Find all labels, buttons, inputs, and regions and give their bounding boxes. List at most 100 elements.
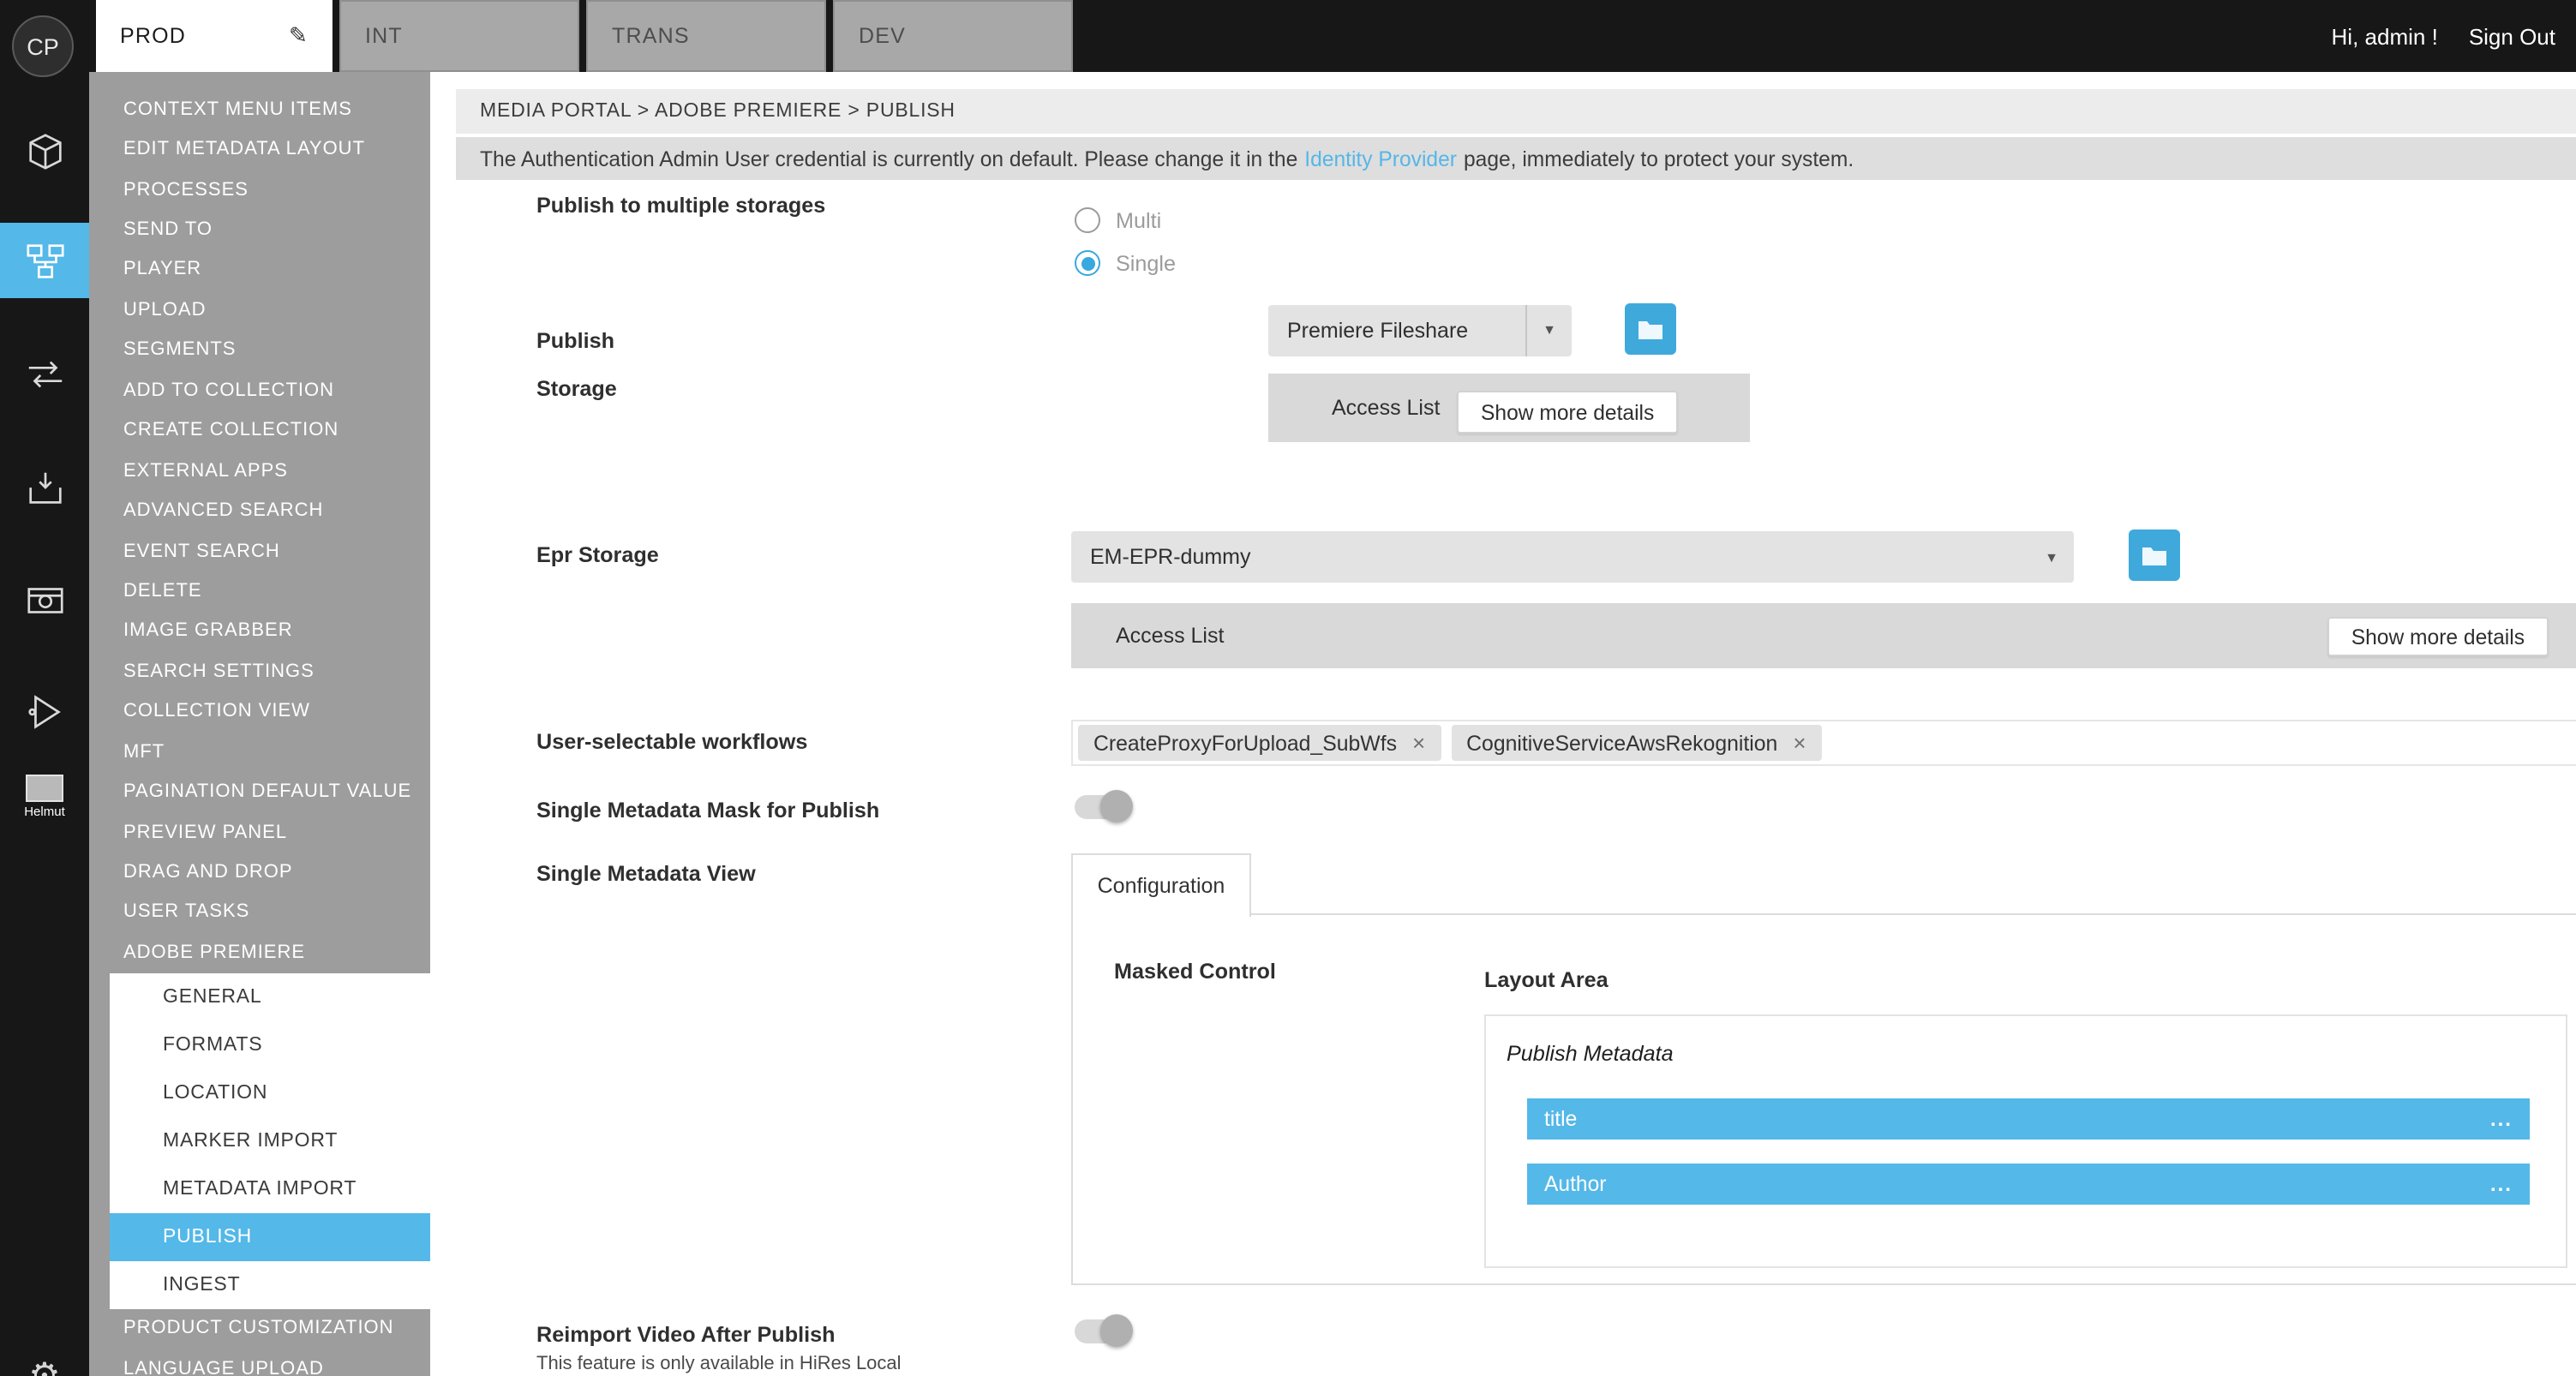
metadata-field-title[interactable]: title ... [1527, 1098, 2530, 1140]
layout-area-label: Layout Area [1484, 968, 1609, 992]
remove-tag-icon[interactable]: × [1793, 730, 1806, 756]
edit-pencil-icon[interactable]: ✎ [289, 22, 309, 50]
submenu-item-formats[interactable]: FORMATS [110, 1020, 430, 1068]
tab-prod[interactable]: PROD ✎ [96, 0, 332, 72]
icon-rail: CP Helmut ⚙ [0, 0, 89, 1376]
media-icon[interactable] [0, 562, 89, 637]
submenu-item-general[interactable]: GENERAL [110, 972, 430, 1020]
sidebar-item-product-customization[interactable]: PRODUCT CUSTOMIZATION [89, 1308, 430, 1349]
sidebar-item-pagination-default-value[interactable]: PAGINATION DEFAULT VALUE [89, 772, 430, 812]
submenu-item-ingest[interactable]: INGEST [110, 1260, 430, 1308]
transfer-icon[interactable] [0, 336, 89, 411]
package-icon[interactable] [0, 113, 89, 188]
sidebar-item-context-menu-items[interactable]: CONTEXT MENU ITEMS [89, 89, 430, 129]
sidebar-item-add-to-collection[interactable]: ADD TO COLLECTION [89, 370, 430, 410]
environment-tabs: PROD ✎ INT TRANS DEV [96, 0, 1073, 72]
sidebar-item-collection-view[interactable]: COLLECTION VIEW [89, 691, 430, 732]
tab-int[interactable]: INT [339, 0, 579, 72]
submenu-item-publish[interactable]: PUBLISH [110, 1212, 430, 1260]
sidebar-item-mft[interactable]: MFT [89, 732, 430, 772]
sidebar-item-segments[interactable]: SEGMENTS [89, 330, 430, 370]
submenu-item-marker-import[interactable]: MARKER IMPORT [110, 1116, 430, 1164]
publish-storage-label: Publish Storage [536, 317, 674, 413]
toggle-knob [1100, 1314, 1133, 1347]
single-mask-toggle[interactable] [1075, 795, 1129, 819]
tab-dev-label: DEV [859, 24, 906, 48]
sidebar-item-external-apps[interactable]: EXTERNAL APPS [89, 451, 430, 491]
app-window: PROD ✎ INT TRANS DEV Hi, admin ! Sign Ou… [0, 0, 2576, 1376]
sidebar-item-processes[interactable]: PROCESSES [89, 170, 430, 210]
settings-gear-icon[interactable]: ⚙ [28, 1355, 61, 1376]
sidebar-item-image-grabber[interactable]: IMAGE GRABBER [89, 611, 430, 651]
sidebar-item-player[interactable]: PLAYER [89, 250, 430, 290]
top-right-area: Hi, admin ! Sign Out [2332, 0, 2555, 72]
field-options-icon[interactable]: ... [2490, 1172, 2513, 1196]
epr-storage-show-more-button[interactable]: Show more details [2327, 617, 2549, 656]
tab-dev[interactable]: DEV [833, 0, 1073, 72]
workflow-tag[interactable]: CreateProxyForUpload_SubWfs × [1078, 725, 1441, 761]
collection-icon[interactable] [0, 451, 89, 526]
radio-single-label: Single [1116, 251, 1176, 275]
publish-storage-select[interactable]: Premiere Fileshare ▼ [1268, 305, 1572, 356]
metadata-field-author[interactable]: Author ... [1527, 1164, 2530, 1205]
epr-storage-access-list-label: Access List [1116, 624, 1224, 648]
single-view-label: Single Metadata View [536, 862, 756, 886]
sidebar-item-delete[interactable]: DELETE [89, 571, 430, 612]
sidebar-item-drag-and-drop[interactable]: DRAG AND DROP [89, 853, 430, 893]
publish-multiple-storages-label: Publish to multiple storages [536, 194, 825, 218]
sidebar-item-advanced-search[interactable]: ADVANCED SEARCH [89, 491, 430, 531]
submenu-item-location[interactable]: LOCATION [110, 1068, 430, 1116]
chevron-down-icon: ▼ [1525, 305, 1572, 356]
toggle-knob [1100, 790, 1133, 823]
remove-tag-icon[interactable]: × [1412, 730, 1425, 756]
helmut-avatar[interactable]: Helmut [0, 775, 89, 819]
reimport-note: This feature is only available in HiRes … [536, 1352, 948, 1376]
epr-storage-access-panel: Access List Show more details [1071, 603, 2576, 668]
sidebar-item-adobe-premiere[interactable]: ADOBE PREMIERE [89, 932, 430, 972]
tab-configuration[interactable]: Configuration [1071, 853, 1251, 917]
sidebar-item-user-tasks[interactable]: USER TASKS [89, 893, 430, 933]
sidebar-item-preview-panel[interactable]: PREVIEW PANEL [89, 812, 430, 853]
sidebar-item-upload[interactable]: UPLOAD [89, 290, 430, 330]
identity-provider-link[interactable]: Identity Provider [1304, 147, 1457, 171]
metadata-field-label: Author [1544, 1172, 1606, 1196]
folder-icon [2141, 544, 2168, 566]
submenu-item-metadata-import[interactable]: METADATA IMPORT [110, 1164, 430, 1212]
radio-single-circle[interactable] [1075, 250, 1100, 276]
radio-single[interactable]: Single [1075, 250, 1176, 276]
publish-storage-folder-button[interactable] [1625, 303, 1676, 355]
screen: PROD ✎ INT TRANS DEV Hi, admin ! Sign Ou… [0, 0, 2576, 1376]
tab-prod-label: PROD [120, 24, 186, 48]
publish-storage-show-more-button[interactable]: Show more details [1457, 391, 1678, 434]
sidebar-item-create-collection[interactable]: CREATE COLLECTION [89, 410, 430, 451]
sidebar: CONTEXT MENU ITEMS EDIT METADATA LAYOUT … [89, 72, 430, 1376]
tab-trans[interactable]: TRANS [586, 0, 826, 72]
workflows-icon[interactable] [0, 223, 89, 298]
sign-out-link[interactable]: Sign Out [2469, 23, 2555, 49]
workflows-tag-row[interactable]: CreateProxyForUpload_SubWfs × CognitiveS… [1071, 720, 2576, 766]
sidebar-item-event-search[interactable]: EVENT SEARCH [89, 531, 430, 571]
epr-storage-folder-button[interactable] [2129, 529, 2180, 581]
field-options-icon[interactable]: ... [2490, 1107, 2513, 1131]
sidebar-item-search-settings[interactable]: SEARCH SETTINGS [89, 651, 430, 691]
epr-storage-value: EM-EPR-dummy [1071, 545, 2029, 569]
top-bar: PROD ✎ INT TRANS DEV Hi, admin ! Sign Ou… [0, 0, 2576, 72]
folder-icon [1637, 318, 1664, 340]
radio-multi-circle[interactable] [1075, 207, 1100, 233]
sidebar-item-send-to[interactable]: SEND TO [89, 210, 430, 250]
sidebar-item-language-upload[interactable]: LANGUAGE UPLOAD [89, 1349, 430, 1376]
warning-text-after: page, immediately to protect your system… [1464, 147, 1854, 171]
single-mask-label: Single Metadata Mask for Publish [536, 799, 879, 823]
sidebar-item-edit-metadata-layout[interactable]: EDIT METADATA LAYOUT [89, 129, 430, 170]
greeting-text: Hi, admin ! [2332, 23, 2438, 49]
workflow-tag-label: CognitiveServiceAwsRekognition [1466, 731, 1777, 755]
user-avatar[interactable]: CP [12, 15, 74, 77]
epr-storage-select[interactable]: EM-EPR-dummy ▼ [1071, 531, 2074, 583]
reimport-label: Reimport Video After Publish [536, 1323, 835, 1347]
reimport-toggle[interactable] [1075, 1319, 1129, 1343]
player-icon[interactable] [0, 673, 89, 749]
adobe-premiere-submenu: GENERAL FORMATS LOCATION MARKER IMPORT M… [110, 972, 430, 1308]
workflow-tag[interactable]: CognitiveServiceAwsRekognition × [1451, 725, 1821, 761]
radio-multi[interactable]: Multi [1075, 207, 1161, 233]
breadcrumb[interactable]: MEDIA PORTAL > ADOBE PREMIERE > PUBLISH [456, 89, 2576, 134]
